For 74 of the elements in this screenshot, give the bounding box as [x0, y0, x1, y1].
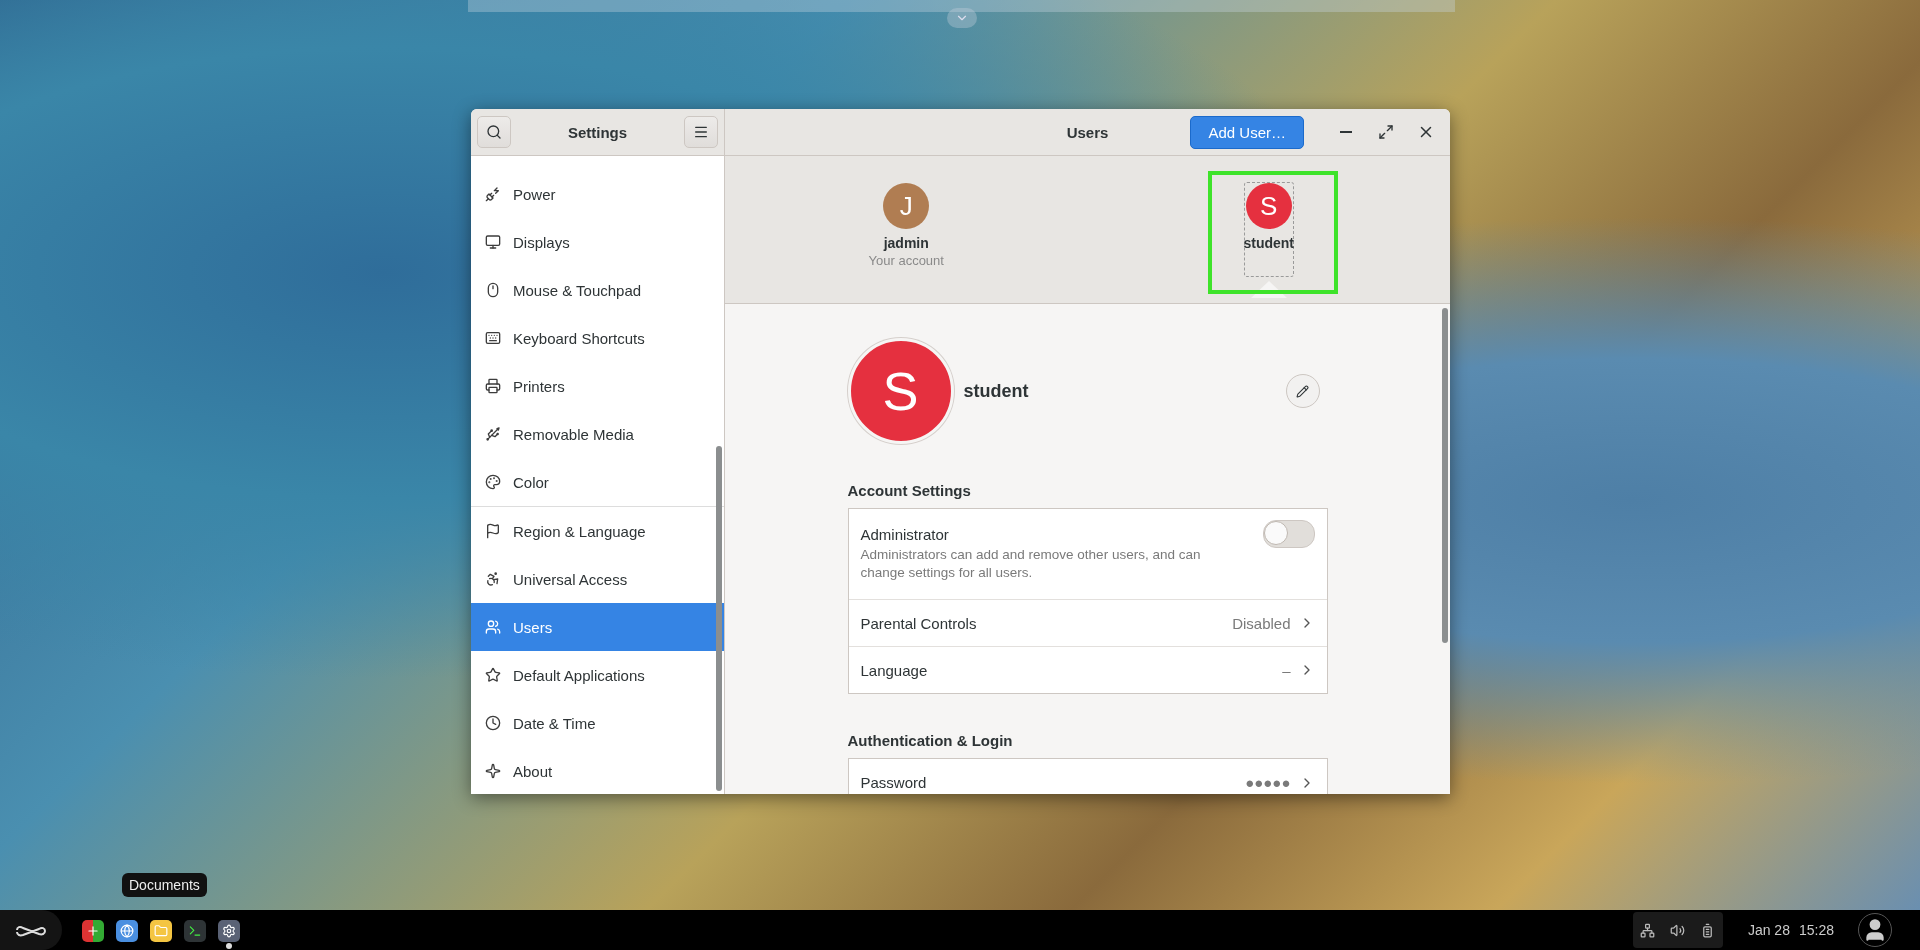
- tooltip: Documents: [122, 873, 207, 897]
- section-title: Account Settings: [847, 482, 972, 499]
- minimize-icon: [1340, 131, 1352, 133]
- toggle-switch[interactable]: [1262, 520, 1315, 548]
- network-icon[interactable]: [1640, 922, 1656, 938]
- scrollbar-thumb[interactable]: [716, 446, 722, 791]
- user-name: student: [1243, 235, 1295, 251]
- search-icon: [486, 124, 502, 140]
- search-button[interactable]: [477, 116, 511, 148]
- sidebar-item[interactable]: About: [471, 747, 724, 794]
- row-label: Parental Controls: [860, 614, 978, 632]
- section-title: Authentication & Login: [847, 732, 1014, 749]
- user-avatar: S: [1245, 183, 1292, 229]
- sidebar-item[interactable]: Region & Language: [471, 507, 724, 555]
- sidebar-item-icon: [485, 715, 501, 731]
- clock-time[interactable]: 15:28: [1798, 922, 1834, 938]
- settings-app-icon[interactable]: [218, 920, 240, 942]
- sidebar-item[interactable]: Color: [471, 458, 724, 506]
- software-app-icon[interactable]: [82, 920, 104, 942]
- panel-title: Users: [1066, 123, 1109, 141]
- sidebar-item[interactable]: Mouse & Touchpad: [471, 266, 724, 314]
- add-user-button[interactable]: Add User…: [1190, 115, 1304, 149]
- edit-button[interactable]: [1285, 374, 1320, 408]
- files-app-icon[interactable]: [150, 920, 172, 942]
- row-description: Administrators can add and remove other users, and can change settings for all users.: [860, 546, 1202, 582]
- sidebar-item-icon: [485, 619, 501, 635]
- sidebar-item-icon: [485, 523, 501, 539]
- sidebar-item[interactable]: Displays: [471, 218, 724, 266]
- sidebar-item[interactable]: Printers: [471, 362, 724, 410]
- settings-row[interactable]: Parental Controls Disabled: [848, 599, 1327, 646]
- sidebar-item-icon: [485, 763, 501, 779]
- sidebar-item[interactable]: Users: [471, 603, 724, 651]
- volume-icon[interactable]: [1670, 922, 1686, 938]
- row-value: ●●●●●: [1245, 774, 1291, 791]
- clock-date[interactable]: Jan 28: [1747, 922, 1790, 938]
- row-label: Language: [860, 661, 929, 679]
- terminal-app-icon[interactable]: [184, 920, 206, 942]
- user-card[interactable]: J jadmin Your account: [867, 182, 945, 277]
- profile-avatar[interactable]: S: [847, 338, 954, 444]
- sidebar-item[interactable]: Date & Time: [471, 699, 724, 747]
- user-name: jadmin: [883, 235, 929, 251]
- user-avatar: J: [883, 183, 930, 229]
- scrollbar-thumb[interactable]: [1442, 308, 1448, 643]
- sidebar-item-icon: [485, 571, 501, 587]
- pencil-icon: [1296, 384, 1309, 398]
- launcher-button[interactable]: [0, 910, 62, 950]
- maximize-icon: [1378, 124, 1394, 140]
- sidebar-item[interactable]: Universal Access: [471, 555, 724, 603]
- settings-row[interactable]: Password ●●●●●: [848, 759, 1327, 794]
- infinity-logo-icon: [14, 923, 48, 937]
- row-value: Disabled: [1232, 614, 1291, 632]
- sidebar-item-icon: [485, 667, 501, 683]
- menu-button[interactable]: [684, 116, 718, 148]
- sidebar-item-icon: [485, 474, 501, 490]
- sidebar-item[interactable]: Power: [471, 170, 724, 218]
- sidebar-item[interactable]: Default Applications: [471, 651, 724, 699]
- sidebar-item-icon: [485, 234, 501, 250]
- sidebar-item[interactable]: Keyboard Shortcuts: [471, 314, 724, 362]
- sidebar-item[interactable]: Removable Media: [471, 410, 724, 458]
- profile-name: student: [963, 380, 1029, 402]
- row-label: Administrator: [860, 526, 950, 544]
- system-tray[interactable]: [1632, 912, 1723, 948]
- sidebar-item-icon: [485, 282, 501, 298]
- sidebar-item-icon: [485, 330, 501, 346]
- row-label: Password: [860, 774, 928, 791]
- settings-row[interactable]: Language –: [848, 646, 1327, 693]
- row-value: –: [1282, 661, 1291, 679]
- sidebar-item-icon: [485, 186, 501, 202]
- sidebar-item-icon: [485, 378, 501, 394]
- sidebar-item-icon: [485, 426, 501, 442]
- window-title: Settings: [567, 123, 628, 141]
- menu-icon: [693, 124, 709, 140]
- user-subtitle: Your account: [868, 253, 944, 268]
- browser-app-icon[interactable]: [116, 920, 138, 942]
